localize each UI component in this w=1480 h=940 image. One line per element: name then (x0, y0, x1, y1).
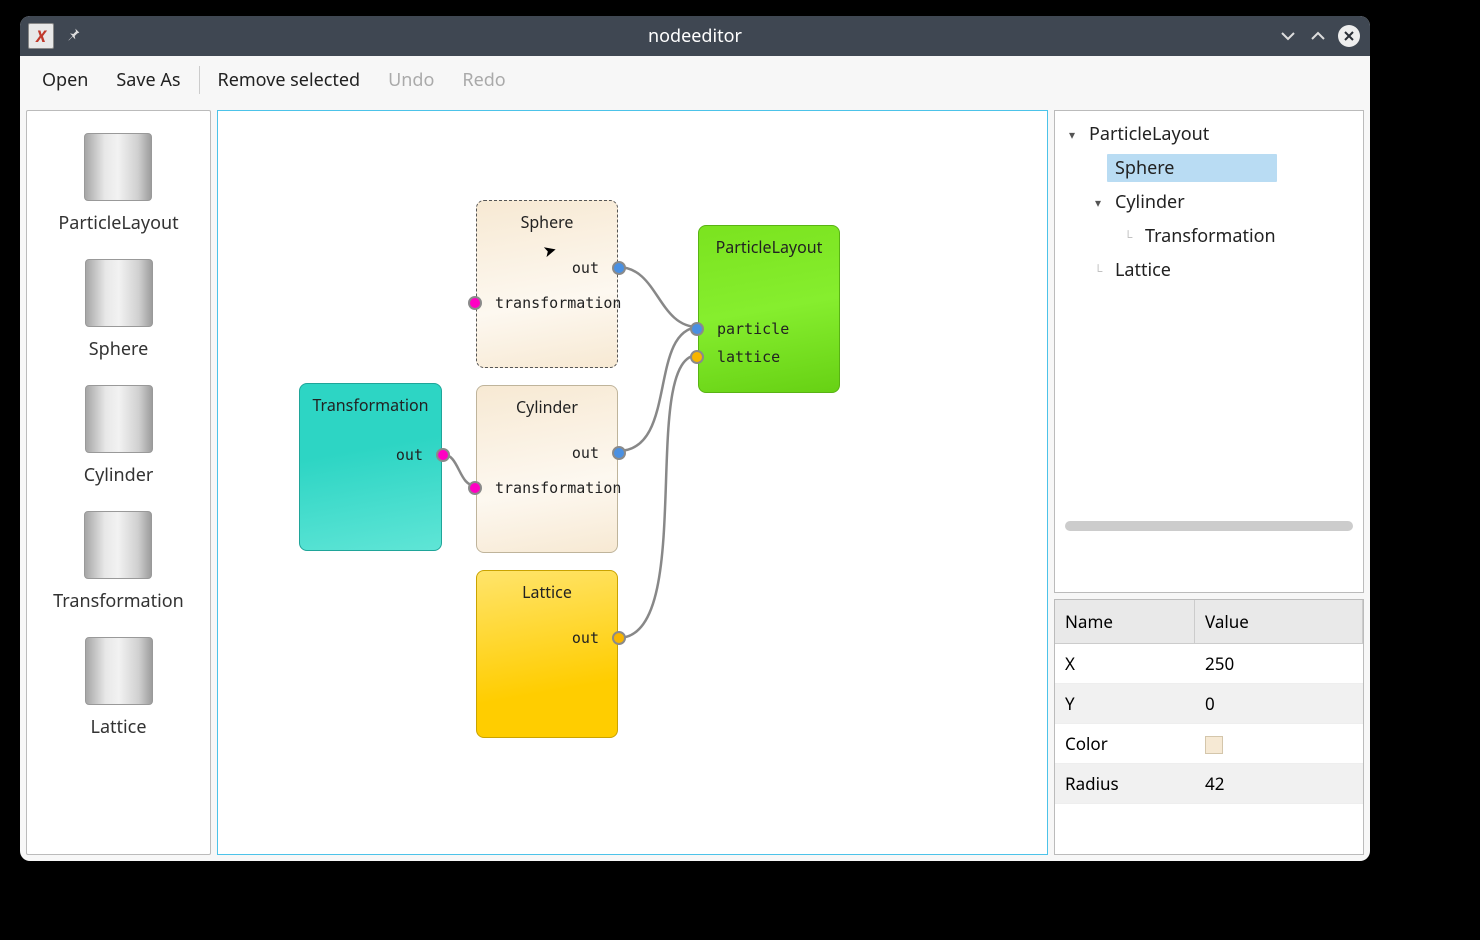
palette-label: Cylinder (84, 463, 154, 487)
palette-thumb-icon (84, 511, 152, 579)
remove-selected-button[interactable]: Remove selected (204, 62, 375, 98)
node-palette: ParticleLayout Sphere Cylinder Transform… (26, 110, 211, 855)
port-label-out: out (572, 629, 599, 647)
port-label-lattice: lattice (717, 348, 780, 366)
save-as-button[interactable]: Save As (102, 62, 194, 98)
palette-item-particle-layout[interactable]: ParticleLayout (58, 119, 178, 235)
prop-value[interactable]: 42 (1195, 764, 1363, 803)
tree-branch-icon: └ (1089, 262, 1107, 279)
palette-item-lattice[interactable]: Lattice (85, 623, 153, 739)
header-value: Value (1195, 600, 1363, 643)
chevron-down-icon[interactable]: ▾ (1089, 194, 1107, 211)
horizontal-scrollbar[interactable] (1065, 521, 1353, 531)
palette-label: Transformation (53, 589, 184, 613)
app-window: X nodeeditor Open Save As Remove selecte… (20, 16, 1370, 861)
property-row[interactable]: X 250 (1055, 644, 1363, 684)
node-title: ParticleLayout (699, 226, 839, 258)
tree-item-sphere[interactable]: Sphere (1059, 151, 1359, 185)
tree-item-transformation[interactable]: └ Transformation (1059, 219, 1359, 253)
prop-value[interactable]: 250 (1195, 644, 1363, 683)
port-out[interactable] (612, 261, 626, 275)
prop-name: Radius (1055, 764, 1195, 803)
pin-icon[interactable] (66, 25, 82, 47)
prop-name: Y (1055, 684, 1195, 723)
cursor-icon: ➤ (540, 238, 559, 263)
prop-name: X (1055, 644, 1195, 683)
hierarchy-tree[interactable]: ▾ ParticleLayout Sphere ▾ Cylinder └ Tra… (1054, 110, 1364, 593)
toolbar: Open Save As Remove selected Undo Redo (20, 56, 1370, 104)
node-canvas[interactable]: Sphere out transformation ➤ Cylinder out… (217, 110, 1048, 855)
right-panel: ▾ ParticleLayout Sphere ▾ Cylinder └ Tra… (1054, 110, 1364, 855)
node-transformation[interactable]: Transformation out (299, 383, 442, 551)
node-sphere[interactable]: Sphere out transformation ➤ (476, 200, 618, 368)
redo-button[interactable]: Redo (448, 62, 519, 98)
tree-label: ParticleLayout (1081, 120, 1217, 148)
palette-thumb-icon (85, 385, 153, 453)
tree-item-particle-layout[interactable]: ▾ ParticleLayout (1059, 117, 1359, 151)
port-out[interactable] (612, 631, 626, 645)
port-lattice[interactable] (690, 350, 704, 364)
toolbar-separator (199, 66, 200, 94)
tree-item-cylinder[interactable]: ▾ Cylinder (1059, 185, 1359, 219)
palette-item-cylinder[interactable]: Cylinder (84, 371, 154, 487)
tree-label: Lattice (1107, 256, 1179, 284)
node-particle-layout[interactable]: ParticleLayout particle lattice (698, 225, 840, 393)
port-label-out: out (396, 446, 423, 464)
window-title: nodeeditor (20, 24, 1370, 48)
prop-name: Color (1055, 724, 1195, 763)
palette-item-transformation[interactable]: Transformation (53, 497, 184, 613)
close-button[interactable] (1338, 25, 1360, 47)
port-label-out: out (572, 444, 599, 462)
header-name: Name (1055, 600, 1195, 643)
palette-label: Sphere (85, 337, 153, 361)
prop-value[interactable] (1195, 724, 1363, 763)
chevron-down-icon[interactable]: ▾ (1063, 126, 1081, 143)
palette-item-sphere[interactable]: Sphere (85, 245, 153, 361)
palette-label: Lattice (85, 715, 153, 739)
prop-value[interactable]: 0 (1195, 684, 1363, 723)
node-title: Cylinder (477, 386, 617, 418)
property-row[interactable]: Y 0 (1055, 684, 1363, 724)
undo-button[interactable]: Undo (374, 62, 448, 98)
port-label-out: out (572, 259, 599, 277)
port-transformation[interactable] (468, 296, 482, 310)
tree-label: Cylinder (1107, 188, 1193, 216)
node-title: Lattice (477, 571, 617, 603)
port-out[interactable] (612, 446, 626, 460)
property-header: Name Value (1055, 600, 1363, 644)
port-particle[interactable] (690, 322, 704, 336)
port-label-transformation: transformation (495, 479, 621, 497)
property-row[interactable]: Radius 42 (1055, 764, 1363, 804)
port-label-particle: particle (717, 320, 789, 338)
palette-thumb-icon (85, 637, 153, 705)
node-title: Sphere (477, 201, 617, 233)
open-button[interactable]: Open (28, 62, 102, 98)
node-cylinder[interactable]: Cylinder out transformation (476, 385, 618, 553)
property-table: Name Value X 250 Y 0 Color Radius 42 (1054, 599, 1364, 855)
tree-branch-icon: └ (1119, 228, 1137, 245)
color-swatch-icon (1205, 736, 1223, 754)
content-area: ParticleLayout Sphere Cylinder Transform… (20, 104, 1370, 861)
minimize-button[interactable] (1278, 26, 1298, 46)
port-out[interactable] (436, 448, 450, 462)
palette-thumb-icon (85, 259, 153, 327)
palette-label: ParticleLayout (58, 211, 178, 235)
app-icon: X (28, 23, 54, 49)
tree-item-lattice[interactable]: └ Lattice (1059, 253, 1359, 287)
port-transformation[interactable] (468, 481, 482, 495)
palette-thumb-icon (84, 133, 152, 201)
maximize-button[interactable] (1308, 26, 1328, 46)
titlebar[interactable]: X nodeeditor (20, 16, 1370, 56)
node-lattice[interactable]: Lattice out (476, 570, 618, 738)
tree-label: Transformation (1137, 222, 1284, 250)
node-title: Transformation (300, 384, 441, 416)
tree-label: Sphere (1107, 154, 1277, 182)
port-label-transformation: transformation (495, 294, 621, 312)
property-row[interactable]: Color (1055, 724, 1363, 764)
